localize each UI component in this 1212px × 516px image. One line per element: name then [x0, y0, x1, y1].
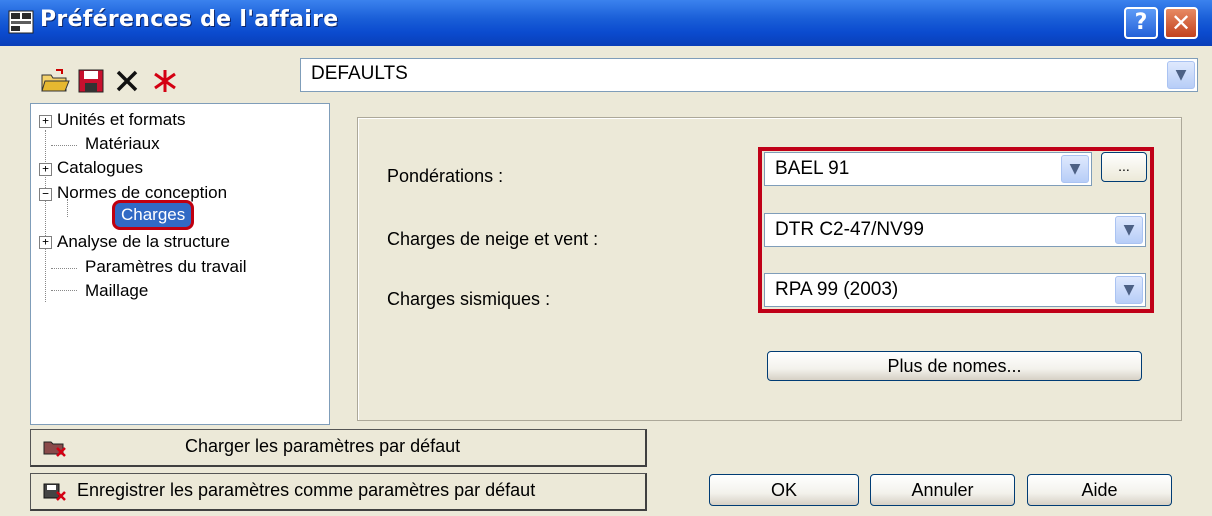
neige-vent-value: DTR C2-47/NV99: [775, 219, 924, 240]
chevron-down-icon[interactable]: ▼: [1115, 216, 1143, 244]
ponderations-more-button[interactable]: ...: [1101, 152, 1147, 182]
title-bar[interactable]: Préférences de l'affaire ? ✕: [0, 0, 1212, 46]
cancel-button[interactable]: Annuler: [870, 474, 1015, 506]
load-defaults-button[interactable]: Charger les paramètres par défaut: [30, 429, 647, 467]
tree-item-analyse[interactable]: Analyse de la structure: [57, 232, 230, 252]
tree-item-materiaux[interactable]: Matériaux: [85, 134, 160, 154]
ok-button[interactable]: OK: [709, 474, 859, 506]
expand-icon[interactable]: +: [39, 163, 52, 176]
chevron-down-icon[interactable]: ▼: [1061, 155, 1089, 183]
tree-item-catalogues[interactable]: Catalogues: [57, 158, 143, 178]
more-norms-button[interactable]: Plus de nomes...: [767, 351, 1142, 381]
close-button[interactable]: ✕: [1164, 7, 1198, 39]
open-folder-icon[interactable]: [40, 67, 70, 95]
help-title-button[interactable]: ?: [1124, 7, 1158, 39]
collapse-icon[interactable]: −: [39, 188, 52, 201]
ponderations-select[interactable]: BAEL 91 ▼: [764, 152, 1092, 186]
load-defaults-label: Charger les paramètres par défaut: [185, 436, 461, 456]
sismiques-label: Charges sismiques :: [387, 289, 551, 309]
chevron-down-icon[interactable]: ▼: [1167, 61, 1195, 89]
ponderations-value: BAEL 91: [775, 158, 850, 179]
neige-vent-label: Charges de neige et vent :: [387, 229, 599, 249]
window-title: Préférences de l'affaire: [40, 7, 339, 32]
tree-line: [45, 130, 46, 302]
delete-icon[interactable]: [112, 67, 142, 95]
tree-item-parametres[interactable]: Paramètres du travail: [85, 257, 247, 277]
expand-icon[interactable]: +: [39, 236, 52, 249]
tree-item-maillage[interactable]: Maillage: [85, 281, 148, 301]
save-defaults-label: Enregistrer les paramètres comme paramèt…: [77, 480, 536, 500]
app-icon: [8, 10, 34, 34]
settings-tree[interactable]: + Unités et formats Matériaux + Catalogu…: [30, 103, 330, 425]
save-defaults-icon: [43, 483, 66, 501]
preset-value: DEFAULTS: [311, 63, 408, 84]
ponderations-label: Pondérations :: [387, 166, 504, 186]
delete-all-icon[interactable]: [150, 67, 180, 95]
tree-item-unites[interactable]: Unités et formats: [57, 110, 186, 130]
help-button[interactable]: Aide: [1027, 474, 1172, 506]
tree-line: [51, 290, 77, 291]
tree-line: [51, 145, 77, 146]
save-icon[interactable]: [76, 67, 106, 95]
tree-line: [51, 268, 77, 269]
preferences-dialog: Préférences de l'affaire ? ✕ DEFAULTS ▼ …: [0, 0, 1212, 516]
preset-select[interactable]: DEFAULTS ▼: [300, 58, 1198, 92]
expand-icon[interactable]: +: [39, 115, 52, 128]
chevron-down-icon[interactable]: ▼: [1115, 276, 1143, 304]
sismiques-select[interactable]: RPA 99 (2003) ▼: [764, 273, 1146, 307]
neige-vent-select[interactable]: DTR C2-47/NV99 ▼: [764, 213, 1146, 247]
load-defaults-icon: [43, 441, 66, 457]
tree-item-charges[interactable]: Charges: [112, 200, 195, 230]
sismiques-value: RPA 99 (2003): [775, 279, 899, 300]
save-defaults-button[interactable]: Enregistrer les paramètres comme paramèt…: [30, 473, 647, 511]
